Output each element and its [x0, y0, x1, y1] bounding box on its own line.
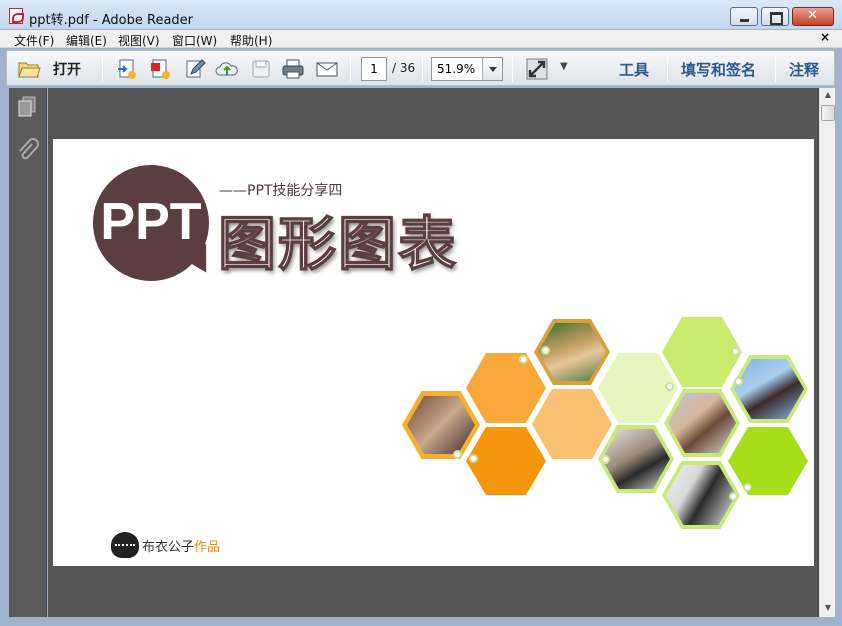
- comment-panel-button[interactable]: 注释: [789, 59, 819, 80]
- toolbar: 打开 1 / 36 51.9% ▼ 工具 填写和签名 注释: [6, 50, 835, 86]
- window-title: ppt转.pdf - Adobe Reader: [29, 13, 194, 28]
- connector-dot: [731, 347, 740, 356]
- navigation-pane: [9, 88, 47, 617]
- menu-file[interactable]: 文件(F): [14, 32, 54, 49]
- menu-window[interactable]: 窗口(W): [172, 32, 217, 49]
- connector-dot: [541, 346, 550, 355]
- save-icon[interactable]: [249, 57, 273, 81]
- zoom-value: 51.9%: [437, 62, 476, 76]
- bubble-text: PPT: [100, 193, 202, 251]
- zoom-select[interactable]: 51.9%: [431, 57, 503, 81]
- menu-view[interactable]: 视图(V): [118, 32, 160, 49]
- orange-hexagon: [466, 353, 546, 423]
- adobe-pdf-icon: [9, 8, 24, 24]
- connector-dot: [453, 450, 462, 459]
- edit-icon[interactable]: [183, 57, 207, 81]
- tools-panel-button[interactable]: 工具: [619, 59, 649, 80]
- print-icon[interactable]: [281, 57, 305, 81]
- connector-dot: [469, 454, 478, 463]
- menu-help[interactable]: 帮助(H): [230, 32, 272, 49]
- photo-hexagon: [730, 355, 808, 423]
- author-logo: [111, 532, 139, 558]
- vertical-scrollbar[interactable]: ▲ ▼: [819, 88, 835, 617]
- menu-bar: 文件(F) 编辑(E) 视图(V) 窗口(W) 帮助(H) ×: [0, 30, 842, 48]
- open-folder-icon[interactable]: [17, 57, 41, 81]
- fill-sign-panel-button[interactable]: 填写和签名: [681, 59, 756, 80]
- author-credit: 布衣公子作品: [142, 540, 221, 555]
- page-total: / 36: [392, 61, 416, 75]
- page-number-input[interactable]: 1: [361, 57, 387, 81]
- export-pdf-icon[interactable]: [149, 57, 173, 81]
- photo-hexagon: [402, 391, 480, 459]
- connector-dot: [729, 492, 738, 501]
- scroll-up-icon[interactable]: ▲: [822, 90, 834, 102]
- fullscreen-icon[interactable]: [525, 57, 549, 81]
- close-document-button[interactable]: ×: [820, 30, 830, 44]
- connector-dot: [601, 455, 610, 464]
- attachments-icon[interactable]: [16, 138, 40, 164]
- minimize-button[interactable]: [730, 7, 758, 26]
- title-bar: ppt转.pdf - Adobe Reader: [0, 0, 842, 30]
- connector-dot: [734, 377, 743, 386]
- maximize-button[interactable]: [761, 7, 789, 26]
- open-button-label[interactable]: 打开: [53, 59, 81, 79]
- menu-edit[interactable]: 编辑(E): [66, 32, 107, 49]
- upload-cloud-icon[interactable]: [215, 57, 239, 81]
- email-icon[interactable]: [315, 57, 339, 81]
- connector-dot: [665, 382, 674, 391]
- toolbar-overflow-icon[interactable]: ▼: [560, 61, 568, 72]
- orange-hexagon: [466, 427, 546, 495]
- chevron-down-icon[interactable]: [482, 58, 502, 80]
- scrollbar-thumb[interactable]: [821, 105, 835, 121]
- page-title: 图形图表: [217, 209, 459, 279]
- create-pdf-icon[interactable]: [115, 57, 139, 81]
- connector-dot: [743, 483, 752, 492]
- scroll-down-icon[interactable]: ▼: [822, 603, 834, 615]
- photo-hexagon: [664, 389, 740, 457]
- light-orange-hexagon: [532, 389, 612, 459]
- lime-hexagon: [662, 317, 742, 387]
- page-thumbnails-icon[interactable]: [16, 95, 40, 119]
- green-hexagon: [728, 427, 808, 495]
- close-button[interactable]: [792, 7, 834, 26]
- pdf-page: PPT ——PPT技能分享四 图形图表 布衣公子作品: [53, 139, 814, 566]
- connector-dot: [519, 355, 528, 364]
